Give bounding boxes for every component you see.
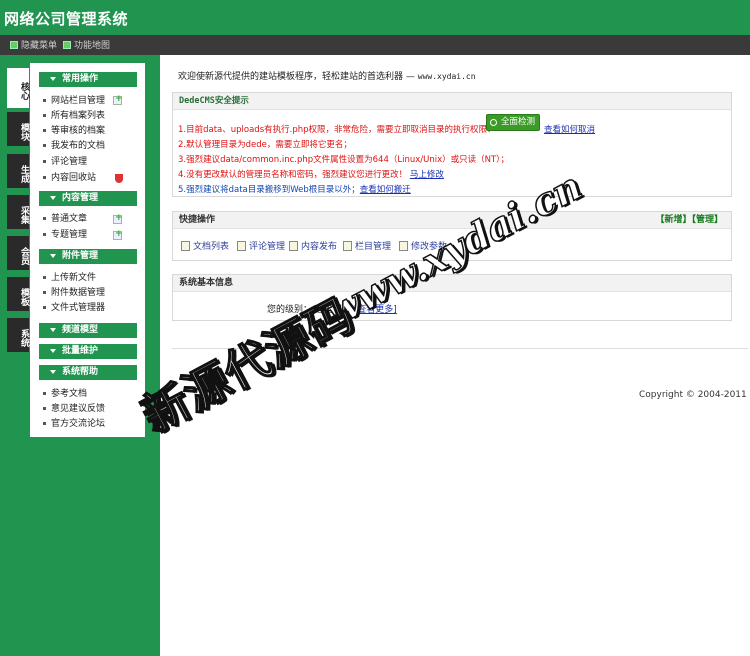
triangle-down-icon: [50, 328, 56, 332]
menu-group-common[interactable]: 常用操作: [39, 72, 137, 87]
sysinfo-box: 系统基本信息 您的级别： 总管理员 [查看更多]: [172, 274, 732, 321]
tab-templates[interactable]: 模板: [7, 277, 29, 311]
comment-icon: [237, 240, 246, 251]
menu-group-batch[interactable]: 批量维护: [39, 344, 137, 359]
menu-item-file-manager[interactable]: 文件式管理器: [43, 301, 105, 315]
menu-item-reference-docs[interactable]: 参考文档: [43, 387, 87, 401]
menu-item-forum[interactable]: 官方交流论坛: [43, 417, 105, 431]
tab-members[interactable]: 会员: [7, 236, 29, 270]
menu-item-column-manage[interactable]: 网站栏目管理: [43, 94, 105, 108]
triangle-down-icon: [50, 77, 56, 81]
add-icon[interactable]: [113, 94, 123, 105]
map-icon: [63, 40, 71, 49]
security-line-1: 1.目前data、uploads有执行.php权限，非常危险，需要立即取消目录的…: [178, 125, 496, 135]
quick-doc-list[interactable]: 文档列表: [181, 239, 229, 252]
triangle-down-icon: [50, 254, 56, 258]
folder-icon: [343, 240, 352, 251]
add-icon[interactable]: [113, 229, 123, 240]
how-to-cancel-link[interactable]: 查看如何取消: [544, 125, 595, 135]
quick-ops-add-manage[interactable]: 【新增】【管理】: [655, 212, 723, 229]
menu-item-upload-file[interactable]: 上传新文件: [43, 271, 96, 285]
security-line-3: 3.强烈建议data/common.inc.php文件属性设置为644（Linu…: [178, 155, 509, 165]
triangle-down-icon: [50, 196, 56, 200]
sysinfo-title: 系统基本信息: [173, 275, 731, 292]
left-pane: 核心 模块 生成 采集 会员 模板 系统 常用操作 网站栏目管理 所有档案列表 …: [0, 55, 160, 656]
menu-item-my-docs[interactable]: 我发布的文档: [43, 139, 105, 153]
tab-collect[interactable]: 采集: [7, 195, 29, 229]
security-line-5: 5.强烈建议将data目录搬移到Web根目录以外；查看如何搬迁: [178, 185, 411, 195]
security-box: DedeCMS安全提示 1.目前data、uploads有执行.php权限，非常…: [172, 92, 732, 197]
menu-icon: [10, 40, 18, 49]
welcome-text: 欢迎使新源代提供的建站模板程序，轻松建站的首选利器 — www.xydai.cn: [178, 72, 476, 82]
modify-now-link[interactable]: 马上修改: [410, 170, 444, 180]
copyright: Copyright © 2004-2011: [639, 390, 747, 400]
menu-item-all-archives[interactable]: 所有档案列表: [43, 109, 105, 123]
security-line-2: 2.默认管理目录为dede，需要立即将它更名；: [178, 140, 352, 150]
quick-publish[interactable]: 内容发布: [289, 239, 337, 252]
security-title: DedeCMS安全提示: [173, 93, 731, 110]
tab-generate[interactable]: 生成: [7, 154, 29, 188]
shield-icon: [115, 174, 123, 183]
menu-item-articles[interactable]: 普通文章: [43, 212, 87, 226]
menu-panel: 常用操作 网站栏目管理 所有档案列表 等审核的档案 我发布的文档 评论管理 内容…: [30, 63, 145, 437]
full-check-button[interactable]: 全面检测: [486, 114, 540, 131]
triangle-down-icon: [50, 370, 56, 374]
tab-system[interactable]: 系统: [7, 318, 29, 352]
menu-item-attachment-data[interactable]: 附件数据管理: [43, 286, 105, 300]
triangle-down-icon: [50, 349, 56, 353]
menu-group-help[interactable]: 系统帮助: [39, 365, 137, 380]
document-icon: [181, 240, 190, 251]
top-header: 网络公司管理系统: [0, 0, 750, 35]
menu-item-feedback[interactable]: 意见建议反馈: [43, 402, 105, 416]
menu-item-recycle-bin[interactable]: 内容回收站: [43, 171, 96, 185]
hide-menu-button[interactable]: 隐藏菜单: [10, 38, 57, 51]
function-map-button[interactable]: 功能地图: [63, 38, 110, 51]
add-icon[interactable]: [113, 213, 123, 224]
top-toolbar: 隐藏菜单 功能地图: [0, 35, 750, 55]
menu-item-comments[interactable]: 评论管理: [43, 155, 87, 169]
tab-modules[interactable]: 模块: [7, 112, 29, 146]
quick-columns[interactable]: 栏目管理: [343, 239, 391, 252]
how-to-move-link[interactable]: 查看如何搬迁: [360, 185, 411, 195]
app-title: 网络公司管理系统: [4, 10, 129, 28]
menu-item-pending-archives[interactable]: 等审核的档案: [43, 124, 105, 138]
menu-item-topics[interactable]: 专题管理: [43, 228, 87, 242]
tab-core[interactable]: 核心: [7, 68, 29, 108]
quick-comments[interactable]: 评论管理: [237, 239, 285, 252]
security-line-4: 4.没有更改默认的管理员名称和密码，强烈建议您进行更改！ 马上修改: [178, 170, 444, 180]
menu-group-attachments[interactable]: 附件管理: [39, 249, 137, 264]
menu-group-channel-model[interactable]: 频道模型: [39, 323, 137, 338]
edit-icon: [289, 240, 298, 251]
magnifier-icon: [490, 119, 497, 126]
menu-group-content[interactable]: 内容管理: [39, 191, 137, 206]
